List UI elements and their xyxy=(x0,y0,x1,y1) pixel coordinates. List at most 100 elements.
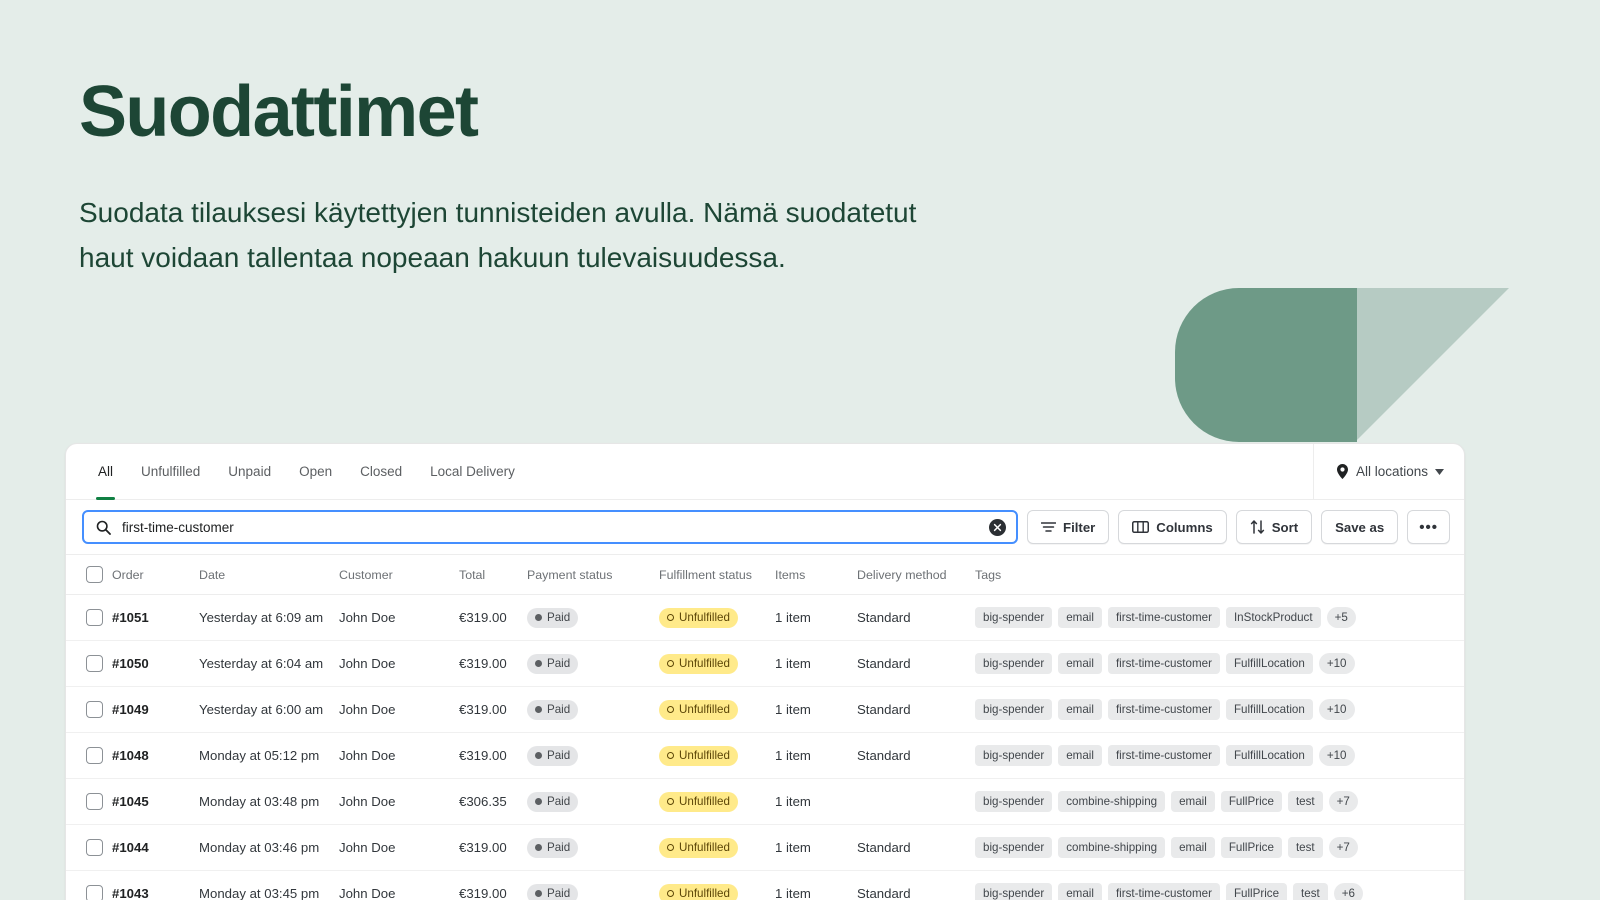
tag-chip[interactable]: email xyxy=(1171,837,1215,858)
row-checkbox[interactable] xyxy=(86,839,103,856)
table-row[interactable]: #1044 Monday at 03:46 pm John Doe €319.00 Pa… xyxy=(66,824,1464,871)
tab-unpaid[interactable]: Unpaid xyxy=(214,444,285,500)
table-row[interactable]: #1045 Monday at 03:48 pm John Doe €306.35 Pa… xyxy=(66,778,1464,825)
tab-all[interactable]: All xyxy=(84,444,127,500)
row-checkbox[interactable] xyxy=(86,655,103,672)
cell-fulfillment-status: Unfulfilled xyxy=(659,732,775,779)
cell-total: €306.35 xyxy=(459,778,527,825)
tag-chip[interactable]: first-time-customer xyxy=(1107,607,1220,628)
cell-delivery-method: Standard xyxy=(857,640,975,687)
fulfillment-status-badge: Unfulfilled xyxy=(659,883,738,900)
cell-total-text: €319.00 xyxy=(459,748,507,763)
cell-total: €319.00 xyxy=(459,870,527,900)
payment-status-label: Paid xyxy=(547,702,571,716)
row-checkbox[interactable] xyxy=(86,793,103,810)
tag-chip[interactable]: first-time-customer xyxy=(1107,699,1220,720)
tag-chip[interactable]: test xyxy=(1293,883,1328,900)
column-header-order[interactable]: Order xyxy=(112,555,199,595)
cell-order-text: #1048 xyxy=(112,748,149,763)
tag-chip[interactable]: big-spender xyxy=(975,699,1053,720)
tag-chip[interactable]: test xyxy=(1287,837,1323,858)
cell-date: Yesterday at 6:09 am xyxy=(199,594,339,641)
tag-chip[interactable]: combine-shipping xyxy=(1058,837,1166,858)
column-header-total[interactable]: Total xyxy=(459,555,527,595)
tag-chip[interactable]: FulfillLocation xyxy=(1225,699,1313,720)
tag-chip[interactable]: first-time-customer xyxy=(1107,883,1220,900)
hero-section: Suodattimet Suodata tilauksesi käytettyj… xyxy=(79,76,959,281)
tab-closed[interactable]: Closed xyxy=(346,444,416,500)
tag-chip[interactable]: first-time-customer xyxy=(1107,745,1220,766)
tag-chip[interactable]: combine-shipping xyxy=(1058,791,1166,812)
table-row[interactable]: #1049 Yesterday at 6:00 am John Doe €319.00… xyxy=(66,686,1464,733)
tab-unfulfilled[interactable]: Unfulfilled xyxy=(127,444,214,500)
sort-button[interactable]: Sort xyxy=(1235,510,1313,544)
tag-chip[interactable]: email xyxy=(1058,745,1102,766)
tag-chip[interactable]: email xyxy=(1058,653,1102,674)
columns-button[interactable]: Columns xyxy=(1118,510,1227,544)
filter-button[interactable]: Filter xyxy=(1027,510,1110,544)
select-all-checkbox[interactable] xyxy=(86,566,103,583)
tag-chip[interactable]: big-spender xyxy=(975,745,1053,766)
overflow-menu-button[interactable]: ••• xyxy=(1407,510,1450,544)
tag-overflow-count[interactable]: +5 xyxy=(1326,607,1356,628)
tag-chip[interactable]: FulfillLocation xyxy=(1225,745,1313,766)
tag-chip[interactable]: first-time-customer xyxy=(1107,653,1220,674)
tag-chip[interactable]: big-spender xyxy=(975,837,1053,858)
tag-chip[interactable]: big-spender xyxy=(975,653,1053,674)
row-checkbox[interactable] xyxy=(86,747,103,764)
payment-status-label: Paid xyxy=(547,886,571,900)
tag-chip[interactable]: FullPrice xyxy=(1225,883,1288,900)
column-header-date[interactable]: Date xyxy=(199,555,339,595)
tag-chip[interactable]: big-spender xyxy=(975,883,1053,900)
cell-total-text: €319.00 xyxy=(459,610,507,625)
tag-chip[interactable]: email xyxy=(1058,883,1102,900)
tag-chip[interactable]: email xyxy=(1058,607,1102,628)
locations-selector[interactable]: All locations xyxy=(1312,444,1464,499)
fulfillment-status-label: Unfulfilled xyxy=(679,794,730,808)
fulfillment-status-label: Unfulfilled xyxy=(679,748,730,762)
tag-chip[interactable]: FullPrice xyxy=(1220,837,1282,858)
cell-customer: John Doe xyxy=(339,640,459,687)
tag-overflow-count[interactable]: +10 xyxy=(1318,699,1355,720)
chevron-down-icon xyxy=(1435,468,1444,475)
cell-fulfillment-status: Unfulfilled xyxy=(659,686,775,733)
column-header-delivery-method[interactable]: Delivery method xyxy=(857,555,975,595)
tag-chip[interactable]: FullPrice xyxy=(1220,791,1282,812)
clear-circle-icon[interactable] xyxy=(989,518,1007,536)
status-dot-icon xyxy=(535,890,542,897)
tag-chip[interactable]: test xyxy=(1287,791,1323,812)
table-row[interactable]: #1051 Yesterday at 6:09 am John Doe €319.00… xyxy=(66,594,1464,641)
row-checkbox[interactable] xyxy=(86,609,103,626)
column-header-customer[interactable]: Customer xyxy=(339,555,459,595)
payment-status-badge: Paid xyxy=(527,791,579,812)
cell-delivery-method-text: Standard xyxy=(857,840,911,855)
column-header-fulfillment-status[interactable]: Fulfillment status xyxy=(659,555,775,595)
column-header-tags[interactable]: Tags xyxy=(975,555,1464,595)
table-row[interactable]: #1043 Monday at 03:45 pm John Doe €319.00 Pa… xyxy=(66,870,1464,900)
tab-local-delivery[interactable]: Local Delivery xyxy=(416,444,529,500)
tab-label: Unfulfilled xyxy=(141,464,201,479)
cell-customer-text: John Doe xyxy=(339,748,396,763)
column-header-items[interactable]: Items xyxy=(775,555,857,595)
tag-overflow-count[interactable]: +10 xyxy=(1318,653,1355,674)
table-row[interactable]: #1048 Monday at 05:12 pm John Doe €319.00 Pa… xyxy=(66,732,1464,779)
tag-chip[interactable]: FulfillLocation xyxy=(1225,653,1313,674)
tag-chip[interactable]: big-spender xyxy=(975,791,1053,812)
row-checkbox[interactable] xyxy=(86,885,103,900)
tab-open[interactable]: Open xyxy=(285,444,346,500)
tag-overflow-count[interactable]: +7 xyxy=(1328,791,1358,812)
search-input[interactable]: first-time-customer xyxy=(82,510,1019,544)
save-as-button[interactable]: Save as xyxy=(1321,510,1399,544)
cell-fulfillment-status: Unfulfilled xyxy=(659,594,775,641)
tag-overflow-count[interactable]: +6 xyxy=(1333,883,1363,900)
tag-chip[interactable]: email xyxy=(1171,791,1215,812)
tag-overflow-count[interactable]: +10 xyxy=(1318,745,1355,766)
filter-icon xyxy=(1041,521,1057,533)
table-row[interactable]: #1050 Yesterday at 6:04 am John Doe €319.00… xyxy=(66,640,1464,687)
tag-overflow-count[interactable]: +7 xyxy=(1328,837,1358,858)
tag-chip[interactable]: big-spender xyxy=(975,607,1053,628)
row-checkbox[interactable] xyxy=(86,701,103,718)
tag-chip[interactable]: email xyxy=(1058,699,1102,720)
column-header-payment-status[interactable]: Payment status xyxy=(527,555,659,595)
tag-chip[interactable]: InStockProduct xyxy=(1225,607,1321,628)
